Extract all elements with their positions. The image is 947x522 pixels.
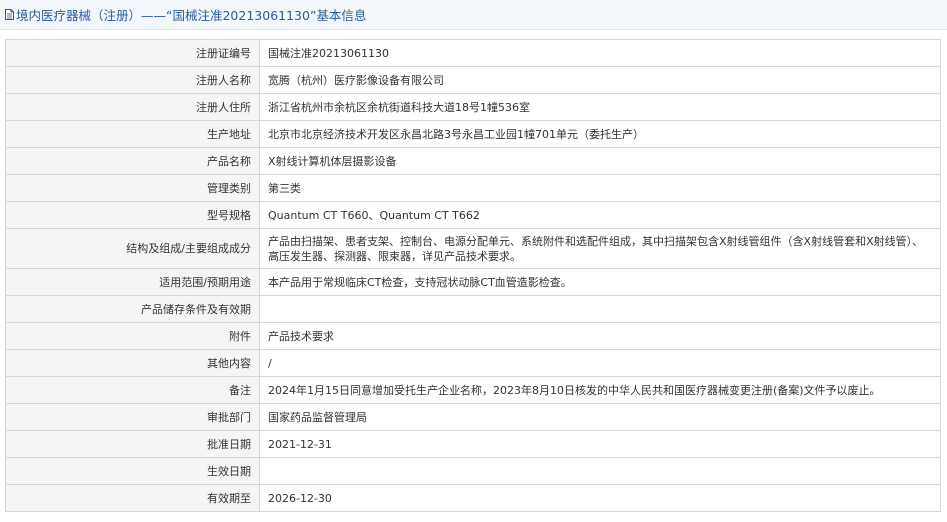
- field-label: 生产地址: [5, 120, 260, 148]
- table-row: 生产地址 北京市北京经济技术开发区永昌北路3号永昌工业园1幢701单元（委托生产…: [5, 120, 941, 148]
- field-value: 北京市北京经济技术开发区永昌北路3号永昌工业园1幢701单元（委托生产）: [259, 120, 941, 148]
- table-row: 适用范围/预期用途 本产品用于常规临床CT检查，支持冠状动脉CT血管造影检查。: [5, 268, 941, 296]
- field-value: 第三类: [259, 174, 941, 202]
- table-row: 型号规格 Quantum CT T660、Quantum CT T662: [5, 201, 941, 229]
- field-value: 产品由扫描架、患者支架、控制台、电源分配单元、系统附件和选配件组成，其中扫描架包…: [259, 228, 941, 269]
- field-value: 2026-12-30: [259, 484, 941, 512]
- field-value: X射线计算机体层摄影设备: [259, 147, 941, 175]
- field-label: 备注: [5, 376, 260, 404]
- field-label: 管理类别: [5, 174, 260, 202]
- field-label: 注册证编号: [5, 39, 260, 67]
- field-value: 宽腾（杭州）医疗影像设备有限公司: [259, 66, 941, 94]
- field-label: 审批部门: [5, 403, 260, 431]
- basic-info-table: 注册证编号 国械注准20213061130 注册人名称 宽腾（杭州）医疗影像设备…: [5, 39, 941, 512]
- field-value: 2024年1月15日同意增加受托生产企业名称，2023年8月10日核发的中华人民…: [259, 376, 941, 404]
- table-row: 结构及组成/主要组成成分 产品由扫描架、患者支架、控制台、电源分配单元、系统附件…: [5, 228, 941, 269]
- field-value: [259, 295, 941, 323]
- field-label: 附件: [5, 322, 260, 350]
- field-value: 浙江省杭州市余杭区余杭街道科技大道18号1幢536室: [259, 93, 941, 121]
- field-value: [259, 457, 941, 485]
- field-label: 适用范围/预期用途: [5, 268, 260, 296]
- field-label: 结构及组成/主要组成成分: [5, 228, 260, 269]
- table-row: 其他内容 /: [5, 349, 941, 377]
- table-row: 管理类别 第三类: [5, 174, 941, 202]
- field-label: 其他内容: [5, 349, 260, 377]
- document-icon: [5, 9, 14, 20]
- table-row: 生效日期: [5, 457, 941, 485]
- page-title: 境内医疗器械（注册）——“国械注准20213061130”基本信息: [16, 8, 367, 23]
- field-label: 注册人名称: [5, 66, 260, 94]
- table-row: 批准日期 2021-12-31: [5, 430, 941, 458]
- field-label: 注册人住所: [5, 93, 260, 121]
- table-row: 注册人住所 浙江省杭州市余杭区余杭街道科技大道18号1幢536室: [5, 93, 941, 121]
- field-value: 国家药品监督管理局: [259, 403, 941, 431]
- field-value: /: [259, 349, 941, 377]
- field-value: 国械注准20213061130: [259, 39, 941, 67]
- table-row: 审批部门 国家药品监督管理局: [5, 403, 941, 431]
- field-value: 本产品用于常规临床CT检查，支持冠状动脉CT血管造影检查。: [259, 268, 941, 296]
- table-row: 注册人名称 宽腾（杭州）医疗影像设备有限公司: [5, 66, 941, 94]
- field-label: 生效日期: [5, 457, 260, 485]
- table-row: 有效期至 2026-12-30: [5, 484, 941, 512]
- table-row: 产品储存条件及有效期: [5, 295, 941, 323]
- field-value: 产品技术要求: [259, 322, 941, 350]
- table-row: 产品名称 X射线计算机体层摄影设备: [5, 147, 941, 175]
- page-header: 境内医疗器械（注册）——“国械注准20213061130”基本信息: [0, 0, 947, 30]
- field-label: 有效期至: [5, 484, 260, 512]
- table-row: 附件 产品技术要求: [5, 322, 941, 350]
- field-label: 型号规格: [5, 201, 260, 229]
- table-row: 备注 2024年1月15日同意增加受托生产企业名称，2023年8月10日核发的中…: [5, 376, 941, 404]
- field-label: 产品名称: [5, 147, 260, 175]
- table-row: 注册证编号 国械注准20213061130: [5, 39, 941, 67]
- field-value: 2021-12-31: [259, 430, 941, 458]
- field-label: 批准日期: [5, 430, 260, 458]
- field-label: 产品储存条件及有效期: [5, 295, 260, 323]
- field-value: Quantum CT T660、Quantum CT T662: [259, 201, 941, 229]
